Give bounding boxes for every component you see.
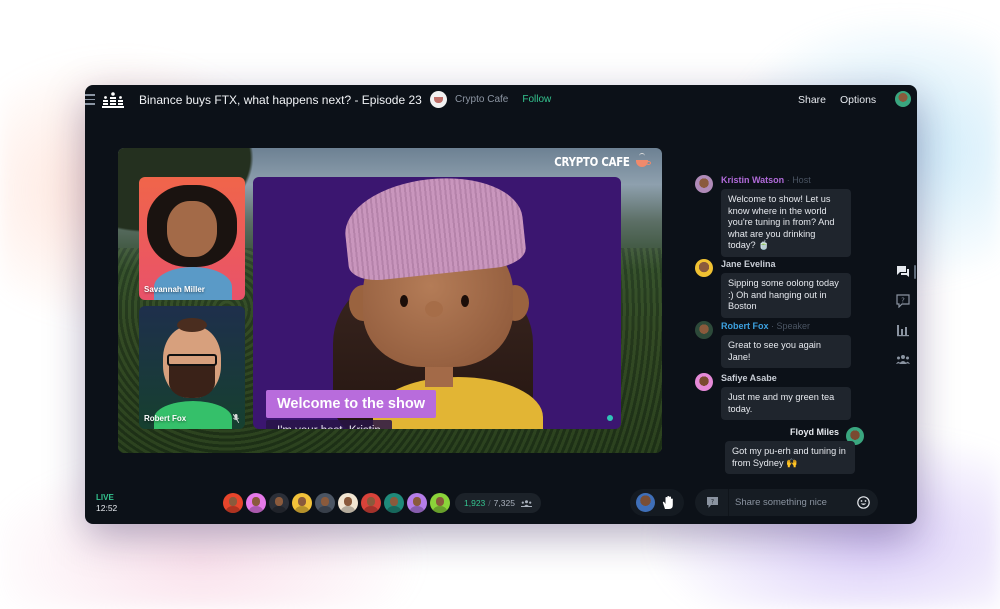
svg-text:?: ?	[901, 297, 905, 305]
chat-avatar	[695, 373, 713, 391]
coffee-cup-icon	[636, 153, 652, 167]
avatar-beard	[169, 364, 215, 398]
episode-title: Binance buys FTX, what happens next? - E…	[139, 93, 422, 107]
avatar-glasses	[167, 354, 217, 366]
menu-icon[interactable]	[85, 94, 95, 106]
chat-bubble: Got my pu-erh and tuning in from Sydney …	[725, 441, 855, 474]
question-icon[interactable]: ?	[896, 294, 910, 308]
participant-name: Robert Fox	[144, 414, 187, 423]
chat-icon[interactable]	[896, 265, 910, 279]
channel-info: Crypto Cafe Follow	[430, 91, 551, 108]
input-divider	[728, 489, 729, 516]
hand-icon[interactable]	[661, 495, 675, 510]
people-icon[interactable]	[896, 352, 910, 366]
participant-tile[interactable]: Savannah Miller	[139, 177, 245, 300]
follow-button[interactable]: Follow	[522, 94, 551, 105]
stream-app-window: Binance buys FTX, what happens next? - E…	[85, 85, 917, 524]
chat-avatar	[695, 175, 713, 193]
live-badge: LIVE	[96, 493, 114, 502]
connection-status-dot	[607, 415, 613, 421]
lower-third: Welcome to the show I'm your host, Krist…	[266, 390, 436, 429]
participant-name: Savannah Miller	[144, 285, 205, 294]
avatar-hair	[177, 318, 207, 332]
avatar-head	[167, 201, 217, 257]
mic-off-icon	[233, 414, 239, 423]
self-avatar	[636, 493, 655, 512]
chat-bubble: Great to see you again Jane!	[721, 335, 851, 368]
total-viewer-count: 7,325	[493, 498, 515, 508]
viewer-avatar[interactable]	[223, 493, 243, 513]
user-avatar[interactable]	[895, 91, 911, 107]
chat-avatar	[695, 321, 713, 339]
chat-author: Jane Evelina	[721, 259, 776, 269]
active-tool-indicator	[914, 265, 916, 279]
chat-author: Kristin Watson · Host	[721, 175, 811, 185]
host-nose	[425, 301, 443, 317]
options-button[interactable]: Options	[840, 94, 876, 106]
svg-text:?: ?	[711, 499, 714, 506]
host-eye	[400, 295, 408, 307]
question-icon[interactable]: ?	[707, 497, 718, 508]
viewer-avatar[interactable]	[269, 493, 289, 513]
host-eye	[461, 295, 469, 307]
logo-icon[interactable]	[102, 92, 124, 108]
chat-author: Robert Fox · Speaker	[721, 321, 811, 331]
people-icon	[520, 499, 532, 507]
viewer-avatar[interactable]	[384, 493, 404, 513]
elapsed-time: 12:52	[96, 503, 118, 513]
chat-bubble: Sipping some oolong today :) Oh and hang…	[721, 273, 851, 318]
chat-author: Floyd Miles	[789, 427, 839, 437]
viewer-count[interactable]: 1,923 / 7,325	[455, 493, 541, 513]
lower-third-subtitle: I'm your host, Kristin	[266, 420, 392, 429]
count-separator: /	[488, 498, 491, 508]
chat-author: Safiye Asabe	[721, 373, 777, 383]
stage: CRYPTO CAFE Savannah Miller Robert Fox W…	[118, 148, 662, 453]
chat-input-bar: ?	[695, 489, 878, 516]
chat-message-input[interactable]	[735, 495, 855, 510]
brand-text: CRYPTO CAFE	[554, 155, 631, 169]
top-bar: Binance buys FTX, what happens next? - E…	[85, 85, 917, 115]
channel-name[interactable]: Crypto Cafe	[455, 94, 508, 105]
host-beanie	[340, 177, 528, 284]
viewer-avatar[interactable]	[407, 493, 427, 513]
viewer-list: 1,923 / 7,325	[223, 493, 541, 513]
emoji-icon[interactable]	[857, 496, 870, 509]
poll-icon[interactable]	[896, 323, 910, 337]
viewer-avatar[interactable]	[338, 493, 358, 513]
viewer-avatar[interactable]	[361, 493, 381, 513]
lower-third-title: Welcome to the show	[266, 390, 436, 418]
raise-hand-control	[630, 489, 684, 516]
avatar-body	[154, 267, 232, 300]
viewer-avatar[interactable]	[315, 493, 335, 513]
share-button[interactable]: Share	[798, 94, 826, 106]
participant-tile[interactable]: Robert Fox	[139, 306, 245, 429]
chat-bubble: Welcome to show! Let us know where in th…	[721, 189, 851, 257]
chat-bubble: Just me and my green tea today.	[721, 387, 851, 420]
viewer-avatar[interactable]	[246, 493, 266, 513]
viewer-avatar[interactable]	[430, 493, 450, 513]
host-video[interactable]: Welcome to the show I'm your host, Krist…	[253, 177, 621, 429]
active-viewer-count: 1,923	[464, 498, 486, 508]
viewer-avatar[interactable]	[292, 493, 312, 513]
chat-avatar	[695, 259, 713, 277]
channel-avatar[interactable]	[430, 91, 447, 108]
brand-watermark: CRYPTO CAFE	[541, 153, 652, 169]
